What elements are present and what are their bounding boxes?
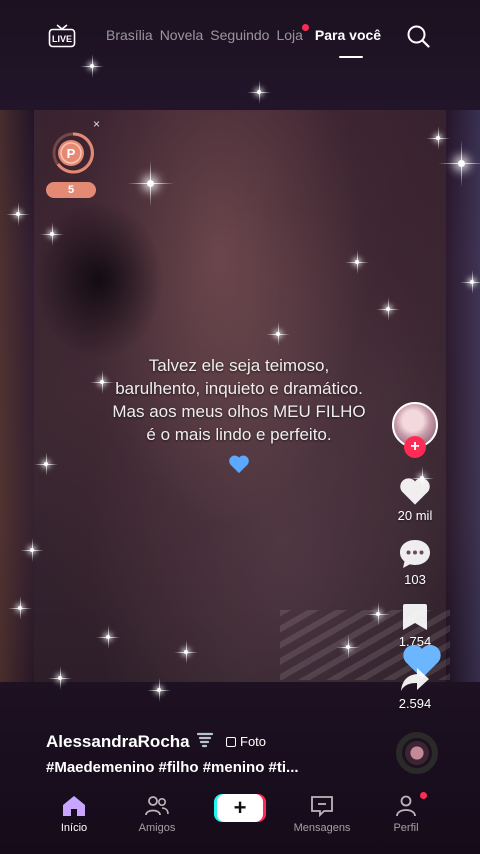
coin-count-badge: 5: [46, 182, 96, 198]
sparkle: [96, 625, 120, 649]
notification-dot: [301, 24, 309, 31]
tornado-emoji-icon: [196, 731, 214, 749]
home-icon: [63, 796, 85, 816]
sparkle: [80, 54, 104, 78]
caption-line: barulhento, inquieto e dramático.: [115, 379, 363, 398]
nav-home[interactable]: Início: [34, 794, 114, 834]
nav-messages-label: Mensagens: [293, 822, 351, 834]
inbox-icon: [311, 796, 333, 818]
nav-friends-label: Amigos: [138, 822, 176, 834]
sparkle: [266, 322, 290, 346]
caption-line: Talvez ele seja teimoso,: [148, 356, 330, 375]
blue-heart-emoji: [228, 454, 250, 474]
share-icon: [401, 668, 429, 691]
follow-button[interactable]: +: [404, 436, 426, 458]
tab-label: Seguindo: [210, 27, 270, 43]
comment-count: 103: [404, 572, 426, 587]
screen: LIVE Brasília Novela Seguindo Loja Para …: [0, 0, 480, 854]
tab-loja[interactable]: Loja: [276, 24, 309, 43]
tab-brasilia[interactable]: Brasília: [106, 27, 153, 43]
profile-icon: [396, 795, 416, 817]
nav-home-label: Início: [60, 822, 88, 834]
coin-icon: P: [52, 132, 94, 174]
like-button[interactable]: 20 mil: [385, 476, 445, 523]
bookmark-icon: [403, 604, 427, 630]
search-button[interactable]: [406, 24, 430, 48]
nav-profile[interactable]: Perfil: [366, 794, 446, 834]
sparkle: [147, 678, 171, 702]
create-button[interactable]: +: [217, 794, 263, 822]
live-icon: LIVE: [48, 24, 76, 48]
sparkle: [40, 222, 64, 246]
caption-line: Mas aos meus olhos MEU FILHO: [112, 402, 366, 421]
sparkle: [48, 666, 72, 690]
heart-icon: [400, 478, 430, 505]
tab-label: Loja: [276, 27, 303, 43]
share-count: 2.594: [398, 696, 432, 711]
author-name[interactable]: AlessandraRocha: [46, 732, 190, 752]
caption-line: é o mais lindo e perfeito.: [146, 425, 332, 444]
tab-seguindo[interactable]: Seguindo: [210, 27, 269, 43]
post-hashtags[interactable]: #Maedemenino #filho #menino #ti...: [46, 759, 299, 776]
sparkle: [34, 452, 58, 476]
post-caption-overlay: Talvez ele seja teimoso, barulhento, inq…: [74, 354, 404, 446]
coin-close-button[interactable]: ×: [93, 117, 100, 131]
sparkle: [20, 538, 44, 562]
svg-text:LIVE: LIVE: [52, 34, 72, 44]
background-edge-left: [0, 60, 34, 760]
plus-icon: +: [233, 795, 247, 820]
profile-notification-dot: [420, 792, 427, 799]
tornado-icon: [196, 732, 214, 748]
tab-label: Brasília: [106, 27, 153, 43]
top-band: [0, 0, 480, 110]
tab-para-voce[interactable]: Para você: [315, 27, 381, 43]
comment-icon: [400, 540, 430, 568]
photo-icon: [226, 736, 236, 747]
tab-novela[interactable]: Novela: [160, 27, 204, 43]
tab-label: Novela: [159, 27, 204, 43]
sparkle: [366, 602, 390, 626]
sparkle: [247, 80, 271, 104]
active-tab-indicator: [339, 56, 363, 58]
sparkle: [127, 160, 174, 207]
sparkle: [438, 140, 480, 187]
music-disc[interactable]: [396, 732, 438, 774]
rewards-coin-button[interactable]: P: [52, 132, 94, 174]
tab-label: Para você: [314, 27, 382, 43]
photo-shadow: [34, 200, 164, 360]
nav-messages[interactable]: Mensagens: [282, 794, 362, 834]
photo-badge-label: Foto: [240, 734, 267, 749]
friends-icon: [145, 796, 169, 816]
nav-profile-label: Perfil: [393, 822, 419, 834]
nav-friends[interactable]: Amigos: [117, 794, 197, 834]
comment-button[interactable]: 103: [385, 538, 445, 587]
share-button[interactable]: 2.594: [385, 666, 445, 711]
sparkle: [345, 250, 369, 274]
sparkle: [376, 297, 400, 321]
sparkle: [460, 270, 480, 294]
feed-tabs: Brasília Novela Seguindo Loja Para você: [106, 24, 388, 43]
sparkle: [174, 640, 198, 664]
svg-text:P: P: [67, 146, 76, 161]
live-button[interactable]: LIVE: [48, 24, 76, 48]
sparkle: [426, 126, 450, 150]
photo-badge: Foto: [226, 734, 266, 749]
sparkle: [6, 202, 30, 226]
like-count: 20 mil: [397, 508, 433, 523]
sparkle: [8, 596, 32, 620]
heart-icon: [229, 455, 249, 474]
sparkle: [336, 635, 360, 659]
search-icon: [407, 25, 430, 48]
